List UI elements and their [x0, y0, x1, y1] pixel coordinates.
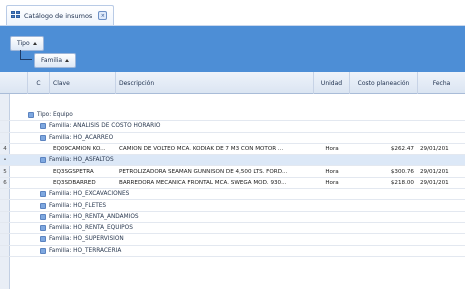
group-row-familia[interactable]: Familia: HO_FLETES	[0, 200, 465, 212]
group-familia-label: Familia: HO_ACARREO	[49, 134, 114, 141]
cell-costo[interactable]: $300.76	[352, 169, 414, 175]
cell-clave[interactable]: EQ09CAMION KO...	[53, 146, 116, 152]
column-header-c[interactable]: C	[28, 72, 50, 94]
column-header-fecha[interactable]: Fecha	[418, 72, 465, 94]
sort-ascending-icon	[32, 42, 37, 45]
group-by-familia-label: Familia	[41, 57, 63, 64]
table-row[interactable]: 6 EQ3SDBARRED BARREDORA MECANICA FRONTAL…	[0, 178, 465, 190]
group-familia-label: Familia: ANALISIS DE COSTO HORARIO	[49, 123, 161, 130]
group-label: Familia: HO_ACARREO	[40, 134, 114, 141]
close-tab-icon[interactable]: ×	[98, 11, 108, 20]
tab-bar: Catálogo de insumos ×	[0, 0, 465, 26]
row-number: 4	[3, 146, 7, 153]
column-header-costo[interactable]: Costo planeación	[350, 72, 418, 94]
group-by-tipo-label: Tipo	[17, 40, 30, 47]
row-number: 6	[3, 179, 7, 186]
group-row-familia[interactable]: Familia: HO_RENTA_EQUIPOS	[0, 223, 465, 235]
expand-collapse-icon[interactable]	[40, 236, 46, 243]
group-familia-label: Familia: HO_RENTA_ANDAMIOS	[49, 213, 139, 220]
sort-ascending-icon	[65, 59, 70, 62]
cell-unidad[interactable]: Hora	[318, 169, 346, 175]
expand-collapse-icon[interactable]	[40, 157, 46, 164]
group-familia-label: Familia: HO_TERRACERIA	[49, 247, 122, 254]
expand-collapse-icon[interactable]	[40, 247, 46, 254]
group-familia-label: Familia: HO_EXCAVACIONES	[49, 191, 130, 198]
table-icon	[11, 11, 21, 20]
column-header-unidad[interactable]: Unidad	[314, 72, 350, 94]
row-selected-marker: •	[3, 157, 7, 164]
group-familia-label: Familia: HO_FLETES	[49, 202, 107, 209]
group-row-familia-selected[interactable]: • Familia: HO_ASFALTOS	[0, 155, 465, 167]
cell-descripcion[interactable]: CAMION DE VOLTEO MCA. KODIAK DE 7 M3 CON…	[119, 146, 312, 152]
grid-header: C Clave Descripción Unidad Costo planeac…	[0, 72, 465, 94]
header-selector[interactable]	[0, 72, 28, 94]
expand-collapse-icon[interactable]	[40, 225, 46, 232]
table-row[interactable]: 5 EQ3SGSPETRA PETROLIZADORA SEAMAN GUNNI…	[0, 167, 465, 178]
group-familia-label: Familia: HO_SUPERVISION	[49, 236, 124, 243]
column-header-descripcion[interactable]: Descripción	[116, 72, 314, 94]
group-by-tipo-button[interactable]: Tipo	[10, 36, 44, 51]
group-row-familia[interactable]: Familia: HO_TERRACERIA	[0, 246, 465, 257]
expand-collapse-icon[interactable]	[40, 191, 46, 198]
cell-unidad[interactable]: Hora	[318, 146, 346, 152]
cell-costo[interactable]: $218.00	[352, 180, 414, 186]
row-number: 5	[3, 168, 7, 175]
table-row[interactable]: 4 EQ09CAMION KO... CAMION DE VOLTEO MCA.…	[0, 144, 465, 156]
tab-catalogo-insumos[interactable]: Catálogo de insumos ×	[6, 5, 115, 25]
group-label: Familia: ANALISIS DE COSTO HORARIO	[40, 123, 161, 130]
cell-fecha[interactable]: 29/01/201	[420, 169, 465, 175]
tab-title: Catálogo de insumos	[24, 11, 93, 20]
cell-unidad[interactable]: Hora	[318, 180, 346, 186]
cell-fecha[interactable]: 29/01/201	[420, 146, 465, 152]
expand-collapse-icon[interactable]	[40, 213, 46, 220]
group-row-familia[interactable]: Familia: ANALISIS DE COSTO HORARIO	[0, 121, 465, 133]
group-row-familia[interactable]: Familia: HO_SUPERVISION	[0, 234, 465, 246]
cell-costo[interactable]: $262.47	[352, 146, 414, 152]
group-label: Familia: HO_SUPERVISION	[40, 236, 124, 243]
group-label: Familia: HO_EXCAVACIONES	[40, 191, 130, 198]
expand-collapse-icon[interactable]	[40, 202, 46, 209]
expand-collapse-icon[interactable]	[40, 134, 46, 141]
group-label: Familia: HO_RENTA_ANDAMIOS	[40, 213, 139, 220]
group-by-familia-button[interactable]: Familia	[34, 53, 77, 68]
cell-descripcion[interactable]: BARREDORA MECANICA FRONTAL MCA. SWEGA MO…	[119, 180, 312, 186]
group-label: Familia: HO_ASFALTOS	[40, 157, 114, 164]
group-row-familia[interactable]: Familia: HO_ACARREO	[0, 133, 465, 144]
expand-collapse-icon[interactable]	[28, 112, 34, 119]
group-label: Familia: HO_RENTA_EQUIPOS	[40, 225, 133, 232]
group-by-panel: Tipo Familia	[0, 26, 465, 72]
group-label: Familia: HO_FLETES	[40, 202, 107, 209]
group-familia-label: Familia: HO_ASFALTOS	[49, 157, 114, 164]
group-tipo-label: Tipo: Equipo	[37, 112, 73, 119]
cell-fecha[interactable]: 29/01/201	[420, 180, 465, 186]
column-header-clave[interactable]: Clave	[50, 72, 116, 94]
expand-collapse-icon[interactable]	[40, 123, 46, 130]
cell-clave[interactable]: EQ3SDBARRED	[53, 180, 116, 186]
cell-descripcion[interactable]: PETROLIZADORA SEAMAN GUNNISON DE 4,500 L…	[119, 169, 312, 175]
group-row-familia[interactable]: Familia: HO_EXCAVACIONES	[0, 189, 465, 201]
group-label: Familia: HO_TERRACERIA	[40, 247, 122, 254]
cell-clave[interactable]: EQ3SGSPETRA	[53, 169, 116, 175]
group-label: Tipo: Equipo	[28, 112, 73, 119]
group-row-familia[interactable]: Familia: HO_RENTA_ANDAMIOS	[0, 212, 465, 223]
group-familia-label: Familia: HO_RENTA_EQUIPOS	[49, 225, 133, 232]
group-connector	[20, 50, 32, 60]
group-row-tipo[interactable]: Tipo: Equipo	[0, 110, 465, 122]
